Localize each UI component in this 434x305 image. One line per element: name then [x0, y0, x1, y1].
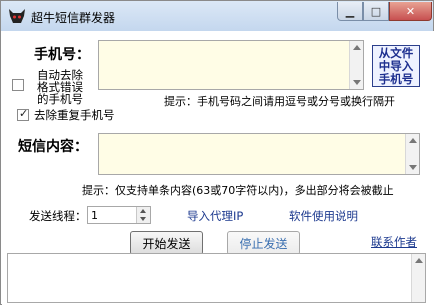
minimize-button[interactable]: ▁: [337, 2, 363, 21]
start-send-button[interactable]: 开始发送: [130, 231, 203, 255]
usage-link[interactable]: 软件使用说明: [289, 208, 358, 224]
sms-content-label: 短信内容：: [18, 139, 88, 155]
phone-input[interactable]: [98, 40, 364, 90]
phone-separator-hint: 提示：手机号码之间请用逗号或分号或换行隔开: [164, 95, 395, 108]
phone-label: 手机号：: [34, 47, 90, 63]
close-button[interactable]: ✕: [389, 2, 432, 21]
scroll-down-icon: [409, 165, 417, 170]
auto-remove-label: 自动去除 格式错误 的手机号: [37, 68, 83, 106]
send-threads-value: 1: [91, 209, 98, 222]
scroll-up-icon: [353, 45, 361, 50]
send-threads-spinner[interactable]: 1: [87, 206, 151, 224]
main-panel: 手机号： 从文件 中导入 手机号 自动去除 格式错误 的手机号 去除重复手机号: [2, 31, 434, 305]
scroll-down-icon: [353, 80, 361, 85]
app-window: 超牛短信群发器 ▁ □ ✕ 手机号： 从文件 中导入 手机号 自动去除 格式错误…: [0, 0, 434, 305]
phone-input-scrollbar[interactable]: [349, 41, 363, 89]
content-limit-hint: 提示：仅支持单条内容(63或70字符以内)，多出部分将会被截止: [82, 184, 394, 197]
stop-send-button[interactable]: 停止发送: [227, 231, 300, 255]
dedupe-label: 去除重复手机号: [34, 108, 115, 122]
maximize-icon: □: [370, 4, 382, 18]
bull-icon: [9, 9, 25, 23]
contact-author-link[interactable]: 联系作者: [371, 234, 417, 250]
window-title: 超牛短信群发器: [31, 11, 116, 25]
sms-content-scrollbar[interactable]: [405, 134, 419, 174]
close-icon: ✕: [405, 4, 416, 18]
start-send-label: 开始发送: [142, 236, 191, 251]
minimize-icon: ▁: [345, 4, 355, 18]
sms-content-input[interactable]: [98, 133, 420, 175]
dedupe-option[interactable]: 去除重复手机号: [17, 107, 115, 122]
scroll-up-icon: [409, 138, 417, 143]
send-threads-label: 发送线程：: [29, 209, 87, 223]
import-phones-label-line3: 手机号: [378, 72, 414, 86]
dedupe-checkbox[interactable]: [17, 107, 29, 121]
title-bar[interactable]: 超牛短信群发器 ▁ □ ✕: [1, 1, 433, 31]
scroll-up-icon: [415, 258, 423, 263]
log-area[interactable]: [7, 253, 426, 303]
stop-send-label: 停止发送: [239, 236, 288, 251]
import-phones-button[interactable]: 从文件 中导入 手机号: [372, 45, 420, 87]
spinner-buttons[interactable]: [136, 207, 150, 223]
spin-up-icon[interactable]: [140, 209, 146, 213]
spin-down-icon[interactable]: [140, 217, 146, 221]
import-proxy-link[interactable]: 导入代理IP: [187, 208, 243, 224]
log-scrollbar[interactable]: [411, 254, 425, 302]
auto-remove-checkbox[interactable]: [12, 79, 24, 91]
maximize-button[interactable]: □: [363, 2, 389, 21]
auto-remove-option[interactable]: 自动去除 格式错误 的手机号: [12, 69, 83, 105]
